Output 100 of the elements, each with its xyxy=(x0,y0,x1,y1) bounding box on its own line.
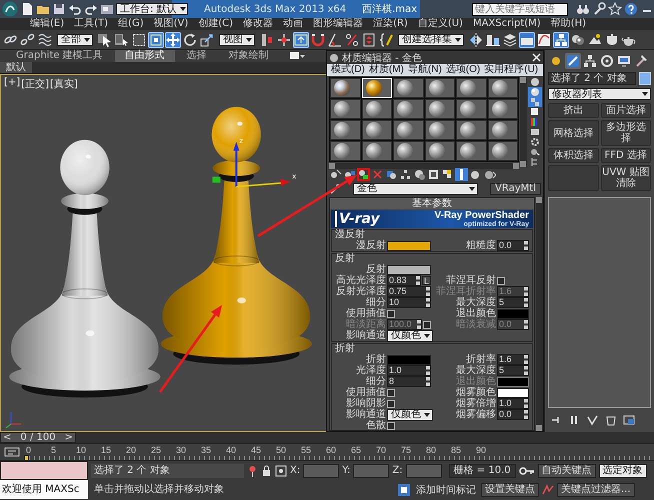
material-slot[interactable] xyxy=(488,120,518,140)
pawn-drawing[interactable] xyxy=(160,106,312,365)
spinner-field[interactable]: 8 xyxy=(387,376,431,387)
eyedropper-icon[interactable] xyxy=(329,182,341,194)
color-swatch[interactable] xyxy=(387,240,431,250)
ribbon-icon[interactable] xyxy=(519,32,535,48)
list-icon[interactable] xyxy=(114,32,130,48)
menu-item[interactable]: 图形编辑器 xyxy=(309,18,368,30)
window-icon[interactable] xyxy=(148,32,164,48)
dropdown[interactable]: 创建选择集 xyxy=(398,34,464,46)
material-slot[interactable] xyxy=(424,141,455,161)
menu-item[interactable]: 组(G) xyxy=(114,18,148,30)
wrench-icon[interactable] xyxy=(592,2,606,16)
object-name-field[interactable]: 选择了 2 个 对象 xyxy=(548,72,636,85)
spinner-field[interactable]: 5 xyxy=(497,297,529,308)
menu-item[interactable]: 导航(N) xyxy=(406,64,444,76)
viewport-label[interactable]: [正交] xyxy=(21,77,49,91)
checker-icon[interactable] xyxy=(441,168,454,181)
checkbox[interactable] xyxy=(387,422,395,430)
lock-button[interactable]: L xyxy=(422,276,431,285)
get-material-icon[interactable] xyxy=(329,168,342,181)
new-file-icon[interactable] xyxy=(20,2,34,16)
material-type-button[interactable]: VRayMtl xyxy=(490,182,541,194)
library-icon[interactable] xyxy=(413,168,426,181)
material-slot[interactable] xyxy=(424,120,455,140)
horizontal-scrollbar[interactable] xyxy=(329,163,519,169)
menu-item[interactable]: 模式(D) xyxy=(329,64,367,76)
pillar-icon[interactable] xyxy=(455,168,468,181)
modifier-button[interactable]: FFD 选择 xyxy=(600,148,651,163)
spinner-field[interactable]: 1.0 xyxy=(387,365,431,376)
channel-icon[interactable] xyxy=(427,168,440,181)
layers-icon[interactable] xyxy=(502,32,518,48)
modifier-button[interactable]: UVW 贴图清除 xyxy=(600,165,651,191)
modifier-stack[interactable] xyxy=(548,197,651,408)
menu-item[interactable]: 选项(O) xyxy=(444,64,482,76)
vertical-scrollbar[interactable] xyxy=(520,77,527,167)
panel-options-icon[interactable] xyxy=(288,51,305,61)
spinner-field[interactable]: 10 xyxy=(387,297,431,308)
angle-snap-icon[interactable] xyxy=(327,32,343,48)
wave-icon[interactable] xyxy=(37,32,53,48)
material-slot[interactable] xyxy=(456,120,486,140)
percent-snap-icon[interactable] xyxy=(344,32,360,48)
menu-item[interactable]: 工具(T) xyxy=(70,18,112,30)
modifier-button[interactable]: 体积选择 xyxy=(548,148,598,163)
move-icon[interactable] xyxy=(165,32,181,48)
color-swatch[interactable] xyxy=(497,388,529,398)
menu-item[interactable]: 实用程序(U) xyxy=(482,64,540,76)
settings-icon[interactable] xyxy=(528,137,542,147)
viewport-label[interactable]: [+] xyxy=(4,77,20,91)
material-slot[interactable] xyxy=(362,141,392,161)
unlink-icon[interactable] xyxy=(20,32,36,48)
dropdown[interactable]: 仅颜色 xyxy=(387,330,433,342)
spinner-field[interactable]: 0.0 xyxy=(497,240,529,251)
spinner-field[interactable]: 0.75 xyxy=(387,286,431,297)
sphere-icon[interactable] xyxy=(528,77,542,87)
lock-icon[interactable] xyxy=(261,464,272,476)
select-icon[interactable] xyxy=(528,147,542,157)
absolute-mode-icon[interactable] xyxy=(275,464,287,476)
star-icon[interactable] xyxy=(608,2,622,16)
motion-icon[interactable] xyxy=(599,53,615,69)
time-tag-link[interactable]: 添加时间标记 xyxy=(414,482,478,496)
key-icon[interactable] xyxy=(518,466,535,476)
coordinate-field[interactable] xyxy=(353,464,390,478)
coordinate-field[interactable] xyxy=(303,464,340,478)
menu-item[interactable]: 修改器 xyxy=(239,18,278,30)
lit-sphere-icon[interactable] xyxy=(528,87,542,97)
redo-icon[interactable] xyxy=(84,2,98,16)
set-key-button[interactable]: 设置关键点 xyxy=(481,482,539,496)
modifier-button[interactable]: 多边形选择 xyxy=(600,120,651,146)
next-frame-button[interactable]: > xyxy=(64,433,73,442)
material-slot[interactable] xyxy=(393,120,424,140)
material-slot[interactable] xyxy=(330,78,360,98)
spinner-field[interactable]: 5 xyxy=(497,365,529,376)
move-gizmo[interactable] xyxy=(212,142,290,188)
close-icon[interactable] xyxy=(532,53,541,62)
magnet-icon[interactable] xyxy=(310,32,326,48)
copy-icon[interactable] xyxy=(385,168,398,181)
material-slot[interactable] xyxy=(424,78,455,98)
color-swatch[interactable] xyxy=(387,264,431,274)
time-slider-thumb[interactable]: < 0 / 100 > xyxy=(0,432,76,443)
material-slot[interactable] xyxy=(393,78,424,98)
spinner-field[interactable]: 1.0 xyxy=(497,398,529,409)
mirror-icon[interactable] xyxy=(468,32,484,48)
spinner-field[interactable]: 1.6 xyxy=(497,354,529,365)
unique-icon[interactable] xyxy=(399,168,412,181)
material-slot[interactable] xyxy=(330,120,360,140)
rollout-header[interactable]: 基本参数 xyxy=(330,198,534,209)
material-slot[interactable] xyxy=(488,99,518,119)
current-frame-marker[interactable] xyxy=(24,455,29,461)
modify-icon[interactable] xyxy=(565,53,581,69)
material-slot[interactable] xyxy=(330,141,360,161)
crosshair-icon[interactable] xyxy=(276,32,292,48)
configure-icon[interactable] xyxy=(622,413,636,427)
material-name-dropdown[interactable]: 金色 xyxy=(353,182,478,194)
menu-item[interactable]: 材质(M) xyxy=(366,64,406,76)
binoculars-icon[interactable] xyxy=(576,2,590,16)
cursor-icon[interactable] xyxy=(97,32,113,48)
schematic-icon[interactable] xyxy=(553,32,569,48)
menu-item[interactable]: MAXScript(M) xyxy=(468,18,545,30)
rotate-icon[interactable] xyxy=(182,32,198,48)
